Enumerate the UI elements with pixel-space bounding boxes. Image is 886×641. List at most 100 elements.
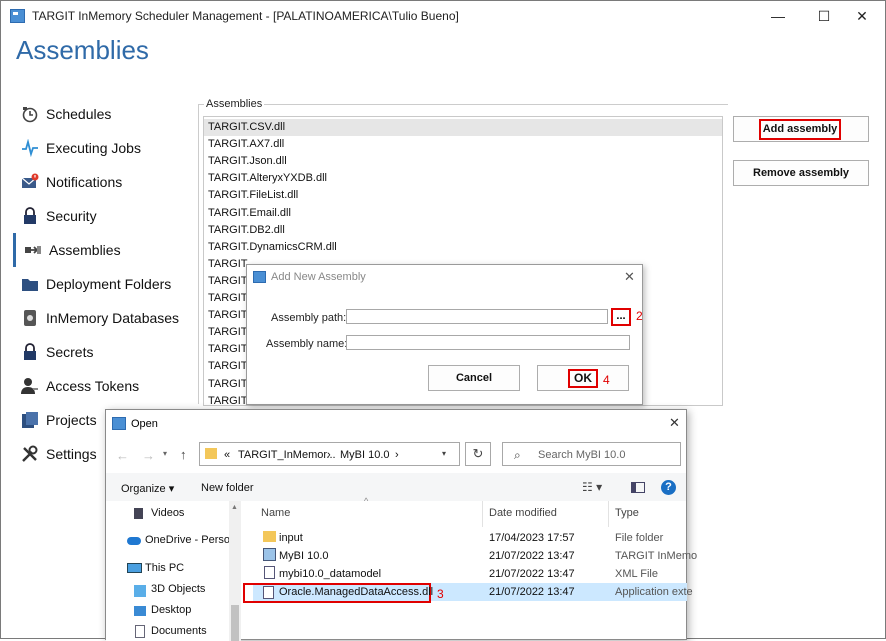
view-options-icon[interactable]: ☷ ▾ bbox=[582, 480, 602, 494]
minimize-button[interactable]: — bbox=[755, 1, 801, 31]
assembly-list-item[interactable]: TARGIT. bbox=[208, 324, 249, 341]
user-key-icon bbox=[21, 378, 38, 394]
cube-icon bbox=[134, 585, 146, 597]
dll-file-icon bbox=[263, 586, 274, 599]
cancel-button[interactable]: Cancel bbox=[428, 365, 520, 391]
nav-item-deployment-folders[interactable]: Deployment Folders bbox=[13, 267, 193, 301]
nav-item-access-tokens[interactable]: Access Tokens bbox=[13, 369, 193, 403]
scroll-up-icon[interactable]: ▲ bbox=[231, 504, 238, 511]
tree-item-3d-objects[interactable]: 3D Objects bbox=[151, 583, 205, 595]
app-icon bbox=[10, 9, 25, 23]
ok-button[interactable]: OK bbox=[537, 365, 629, 391]
close-icon[interactable]: ✕ bbox=[669, 415, 680, 431]
close-icon[interactable]: ✕ bbox=[624, 269, 635, 285]
chevron-right-icon: › bbox=[395, 449, 399, 461]
assembly-list-item[interactable]: TARGIT. bbox=[208, 307, 249, 324]
computer-icon bbox=[127, 563, 142, 573]
nav-label: Projects bbox=[46, 412, 97, 428]
assembly-list-item[interactable]: TARGIT. bbox=[208, 256, 249, 273]
folder-icon bbox=[263, 531, 276, 542]
projects-icon bbox=[22, 412, 38, 428]
search-input[interactable]: ⌕ Search MyBI 10.0 bbox=[502, 442, 681, 466]
mail-alert-icon bbox=[21, 173, 39, 188]
app-window: TARGIT InMemory Scheduler Management - [… bbox=[0, 0, 886, 641]
assembly-list-item[interactable]: TARGIT.Email.dll bbox=[208, 205, 291, 222]
nav-label: Settings bbox=[46, 446, 97, 462]
chevron-right-icon: › bbox=[327, 449, 331, 461]
breadcrumb-overflow[interactable]: « bbox=[224, 449, 230, 461]
database-icon bbox=[24, 310, 36, 326]
search-placeholder: Search MyBI 10.0 bbox=[538, 449, 626, 461]
chevron-down-icon[interactable]: ▾ bbox=[163, 449, 167, 458]
close-button[interactable]: ✕ bbox=[839, 1, 885, 31]
preview-pane-icon[interactable] bbox=[631, 482, 645, 493]
file-name[interactable]: Oracle.ManagedDataAccess.dll bbox=[279, 586, 433, 598]
assembly-list-item[interactable]: TARGIT.Json.dll bbox=[208, 153, 287, 170]
scroll-thumb[interactable] bbox=[231, 605, 239, 641]
file-name[interactable]: mybi10.0_datamodel bbox=[279, 568, 381, 580]
breadcrumb-item[interactable]: TARGIT_InMemor... bbox=[238, 449, 336, 461]
tree-item-onedrive[interactable]: OneDrive - Person bbox=[145, 534, 236, 546]
nav-item-executing-jobs[interactable]: Executing Jobs bbox=[13, 131, 193, 165]
help-icon[interactable]: ? bbox=[661, 480, 676, 495]
address-bar[interactable]: « TARGIT_InMemor... › MyBI 10.0 › ▾ bbox=[199, 442, 460, 466]
assembly-name-input[interactable] bbox=[346, 335, 630, 350]
nav-item-secrets[interactable]: Secrets bbox=[13, 335, 193, 369]
forward-icon[interactable]: → bbox=[142, 448, 155, 463]
new-folder-button[interactable]: New folder bbox=[201, 482, 254, 494]
folder-icon bbox=[22, 279, 38, 291]
assembly-list-item[interactable]: TARGIT.AlteryxYXDB.dll bbox=[208, 170, 327, 187]
assembly-path-input[interactable] bbox=[346, 309, 608, 324]
xml-file-icon bbox=[264, 566, 275, 579]
nav-item-schedules[interactable]: Schedules bbox=[13, 97, 193, 131]
nav-item-assemblies[interactable]: Assemblies bbox=[13, 233, 193, 267]
assembly-list-item[interactable]: TARGIT.CSV.dll bbox=[204, 119, 722, 136]
browse-button[interactable]: ... bbox=[611, 308, 631, 326]
desktop-icon bbox=[134, 606, 146, 616]
assembly-list-item[interactable]: TARGIT.FileList.dll bbox=[208, 187, 298, 204]
chevron-down-icon[interactable]: ▾ bbox=[442, 449, 446, 458]
breadcrumb-item[interactable]: MyBI 10.0 bbox=[340, 449, 390, 461]
tree-item-documents[interactable]: Documents bbox=[151, 625, 207, 637]
column-divider[interactable] bbox=[482, 501, 483, 527]
lock-icon bbox=[24, 343, 36, 360]
nav-label: Executing Jobs bbox=[46, 140, 141, 156]
app-icon bbox=[253, 271, 266, 283]
assembly-list-item[interactable]: TARGIT. bbox=[208, 358, 249, 375]
assembly-list-item[interactable]: TARGIT.DynamicsCRM.dll bbox=[208, 239, 337, 256]
nav-item-inmemory-databases[interactable]: InMemory Databases bbox=[13, 301, 193, 335]
refresh-icon[interactable]: ↻ bbox=[465, 442, 491, 466]
assembly-list-item[interactable]: TARGIT. bbox=[208, 273, 249, 290]
up-icon[interactable]: ↑ bbox=[180, 447, 187, 462]
assembly-list-item[interactable]: TARGIT. bbox=[208, 341, 249, 358]
sort-ascending-icon: ^ bbox=[364, 496, 369, 506]
folder-icon bbox=[205, 448, 217, 459]
tree-item-videos[interactable]: Videos bbox=[151, 507, 184, 519]
column-divider[interactable] bbox=[608, 501, 609, 527]
assembly-list-item[interactable]: TARGIT.AX7.dll bbox=[208, 136, 284, 153]
nav-item-notifications[interactable]: Notifications bbox=[13, 165, 193, 199]
document-icon bbox=[135, 625, 145, 638]
file-name[interactable]: input bbox=[279, 532, 303, 544]
tree-item-desktop[interactable]: Desktop bbox=[151, 604, 191, 616]
dialog-title: Open bbox=[131, 418, 158, 430]
column-name[interactable]: Name bbox=[261, 507, 290, 519]
nav-label: Secrets bbox=[46, 344, 94, 360]
step-4-marker: 4 bbox=[603, 373, 610, 387]
back-icon[interactable]: ← bbox=[116, 448, 129, 463]
file-name[interactable]: MyBI 10.0 bbox=[279, 550, 329, 562]
nav-label: Access Tokens bbox=[46, 378, 140, 394]
tree-scrollbar[interactable]: ▲ bbox=[229, 501, 241, 641]
assembly-list-item[interactable]: TARGIT.DB2.dll bbox=[208, 222, 285, 239]
assembly-list-item[interactable]: TARGIT. bbox=[208, 290, 249, 307]
column-date-modified[interactable]: Date modified bbox=[489, 507, 557, 519]
remove-assembly-button[interactable]: Remove assembly bbox=[733, 160, 869, 186]
assembly-list-item[interactable]: TARGIT. bbox=[208, 376, 249, 393]
organize-menu[interactable]: Organize ▾ bbox=[121, 482, 174, 495]
column-type[interactable]: Type bbox=[615, 507, 639, 519]
assembly-icon bbox=[25, 246, 41, 254]
nav-item-security[interactable]: Security bbox=[13, 199, 193, 233]
add-assembly-button[interactable]: Add assembly bbox=[733, 116, 869, 142]
nav-label: Security bbox=[46, 208, 97, 224]
tree-item-this-pc[interactable]: This PC bbox=[145, 562, 184, 574]
